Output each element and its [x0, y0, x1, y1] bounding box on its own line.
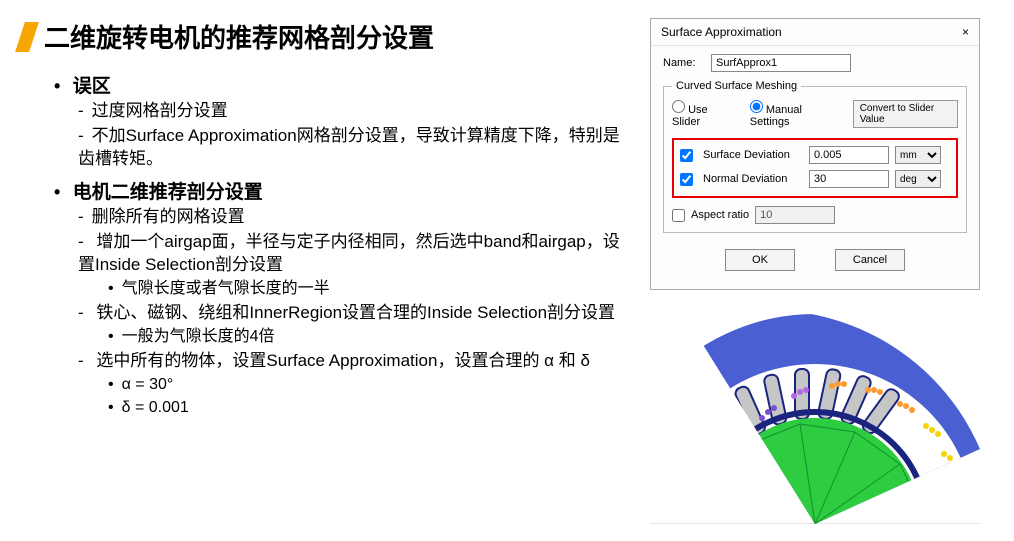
- dialog-title: Surface Approximation: [661, 25, 782, 39]
- normal-deviation-input[interactable]: [809, 170, 889, 188]
- bullet-2-2: 增加一个airgap面，半径与定子内径相同，然后选中band和airgap，设置…: [78, 232, 620, 274]
- bullet-2-4: 选中所有的物体，设置Surface Approximation，设置合理的 α …: [96, 351, 590, 370]
- bullet-2-4-b: δ = 0.001: [122, 399, 189, 416]
- highlighted-params: Surface Deviation mm Normal Deviation: [672, 138, 958, 198]
- aspect-ratio-checkbox[interactable]: [672, 209, 685, 222]
- bullet-2-1: 删除所有的网格设置: [92, 207, 245, 226]
- surface-deviation-label: Surface Deviation: [703, 149, 803, 161]
- normal-deviation-checkbox[interactable]: [680, 173, 693, 186]
- convert-to-slider-button[interactable]: Convert to Slider Value: [853, 100, 958, 128]
- bullet-2-2-a: 气隙长度或者气隙长度的一半: [122, 280, 330, 297]
- group-legend: Curved Surface Meshing: [672, 80, 801, 92]
- page-title: 二维旋转电机的推荐网格剖分设置: [20, 18, 630, 55]
- bullet-1-2: 不加Surface Approximation网格剖分设置，导致计算精度下降，特…: [78, 126, 620, 168]
- bullet-1-1: 过度网格剖分设置: [92, 101, 228, 120]
- bullet-2-4-a: α = 30°: [122, 376, 174, 393]
- close-icon[interactable]: ×: [962, 25, 969, 39]
- ok-button[interactable]: OK: [725, 249, 795, 271]
- normal-deviation-label: Normal Deviation: [703, 173, 803, 185]
- bullet-1: 误区: [73, 76, 111, 97]
- accent-bar: [15, 22, 39, 52]
- bullet-2-3: 铁心、磁钢、绕组和InnerRegion设置合理的Inside Selectio…: [96, 303, 615, 322]
- manual-settings-radio[interactable]: Manual Settings: [750, 100, 835, 128]
- name-label: Name:: [663, 57, 705, 69]
- motor-mesh-illustration: [650, 314, 980, 524]
- name-input[interactable]: [711, 54, 851, 72]
- surface-approximation-dialog: Surface Approximation × Name: Curved Sur…: [650, 18, 980, 290]
- surface-deviation-input[interactable]: [809, 146, 889, 164]
- title-text: 二维旋转电机的推荐网格剖分设置: [44, 18, 434, 55]
- bullet-2-3-a: 一般为气隙长度的4倍: [122, 328, 275, 345]
- normal-deviation-unit[interactable]: deg: [895, 170, 941, 188]
- use-slider-radio[interactable]: Use Slider: [672, 100, 732, 128]
- cancel-button[interactable]: Cancel: [835, 249, 905, 271]
- bullet-2: 电机二维推荐剖分设置: [73, 182, 263, 203]
- curved-surface-meshing-group: Curved Surface Meshing Use Slider Manual…: [663, 80, 967, 233]
- aspect-ratio-input: [755, 206, 835, 224]
- aspect-ratio-label: Aspect ratio: [691, 209, 749, 221]
- surface-deviation-checkbox[interactable]: [680, 149, 693, 162]
- surface-deviation-unit[interactable]: mm: [895, 146, 941, 164]
